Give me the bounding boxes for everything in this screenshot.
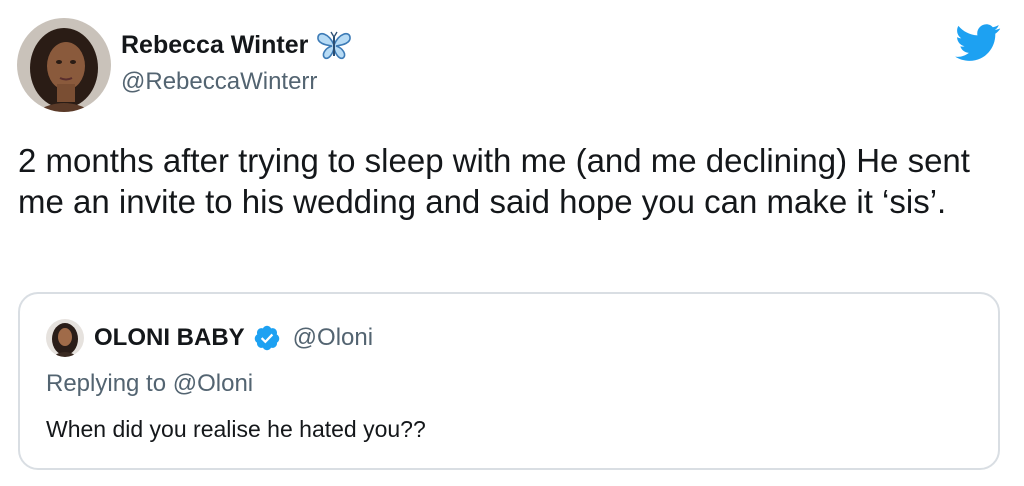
tweet-text: 2 months after trying to sleep with me (… [18, 142, 970, 220]
butterfly-icon [317, 31, 352, 60]
tweet-card: Rebecca Winter @RebeccaWinterr 2 months … [0, 0, 1024, 486]
quoted-tweet[interactable]: OLONI BABY @Oloni Replying to @Oloni Whe… [18, 292, 1000, 470]
replying-to-line: Replying to @Oloni [46, 370, 253, 398]
replying-to-mention[interactable]: @Oloni [173, 370, 253, 397]
author-avatar[interactable] [17, 18, 111, 112]
quoted-author-handle: @Oloni [292, 324, 374, 351]
verified-badge-icon [254, 325, 279, 351]
quoted-tweet-header: OLONI BABY @Oloni [46, 318, 373, 358]
author-display-name[interactable]: Rebecca Winter [121, 31, 308, 60]
replying-to-label: Replying to [46, 370, 167, 397]
twitter-bird-icon[interactable] [955, 24, 1001, 62]
author-handle[interactable]: @RebeccaWinterr [121, 68, 317, 96]
quoted-author-avatar [46, 319, 84, 357]
author-name-row: Rebecca Winter [121, 28, 353, 62]
quoted-tweet-text: When did you realise he hated you?? [46, 416, 426, 442]
author-avatar-image [17, 18, 111, 112]
quoted-author-avatar-image [46, 319, 84, 357]
quoted-author-display-name: OLONI BABY [94, 324, 245, 351]
